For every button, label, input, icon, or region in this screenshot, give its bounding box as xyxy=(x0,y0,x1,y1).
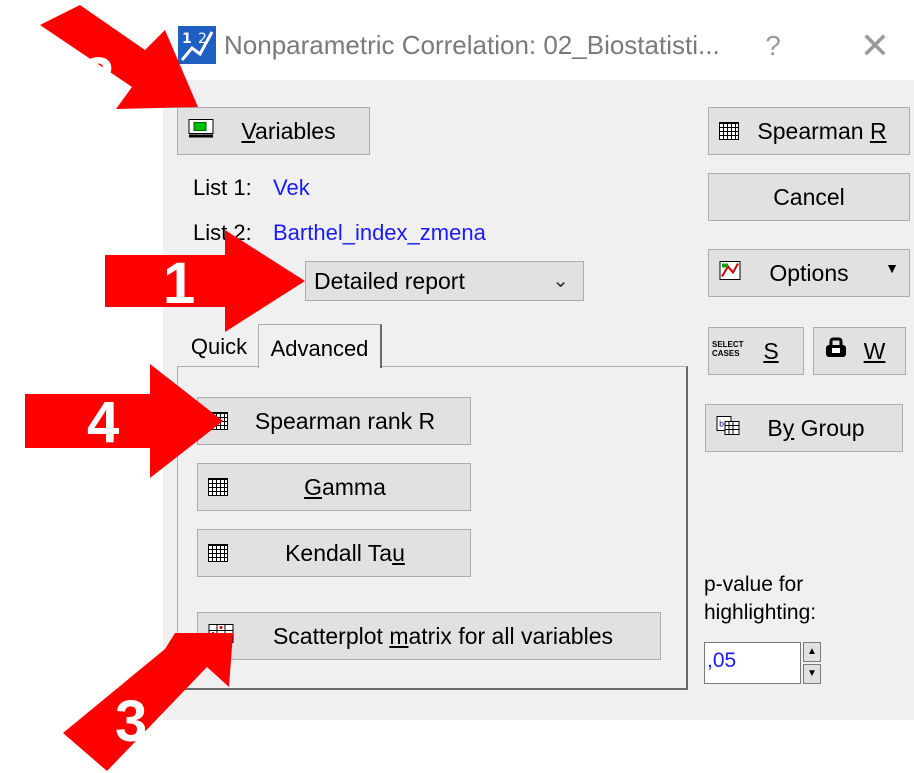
annotation-number-2: 2 xyxy=(82,46,114,111)
scatterplot-matrix-button[interactable]: Scatterplot matrix for all variables xyxy=(197,612,661,660)
spreadsheet-icon xyxy=(719,122,739,140)
spearman-rank-label: Spearman rank R xyxy=(254,407,436,434)
weight-icon xyxy=(824,337,848,365)
by-group-label-pre: B xyxy=(767,414,783,441)
spearman-rank-r-button[interactable]: Spearman rank R xyxy=(197,397,471,445)
scatter-label-pre: Scatterplot xyxy=(272,622,390,649)
select-cases-button[interactable]: SELECT CASES S xyxy=(708,327,804,375)
gamma-label: amma xyxy=(321,473,386,500)
gamma-mnemonic: G xyxy=(304,473,322,500)
scatter-mnemonic: m xyxy=(389,622,409,649)
select-cases-icon: SELECT CASES xyxy=(712,340,744,358)
pvalue-spinner[interactable]: ▲ ▼ xyxy=(803,642,821,684)
variables-label-mnemonic: V xyxy=(241,117,256,144)
kendall-tau-button[interactable]: Kendall Tau xyxy=(197,529,471,577)
list1-value: Vek xyxy=(273,175,310,200)
select-cases-mnemonic: S xyxy=(763,337,779,364)
list1-label: List 1: xyxy=(193,175,252,200)
report-type-value: Detailed report xyxy=(314,267,465,294)
spearman-r-mnemonic: R xyxy=(869,117,887,144)
cancel-label: Cancel xyxy=(773,183,845,210)
kendall-label: Kendall Ta xyxy=(285,539,393,566)
pvalue-label-line2: highlighting: xyxy=(704,601,817,624)
close-button[interactable]: ✕ xyxy=(850,22,900,70)
by-group-button[interactable]: by By Group xyxy=(705,404,903,452)
annotation-arrow-1: 1 xyxy=(105,225,305,345)
options-button[interactable]: Options ▼ xyxy=(708,249,910,297)
scatter-label-rest: atrix for all variables xyxy=(408,622,614,649)
pvalue-input[interactable]: ,05 xyxy=(704,642,801,684)
spin-down-icon[interactable]: ▼ xyxy=(803,664,821,684)
dropdown-arrow-icon: ▼ xyxy=(885,260,899,276)
cancel-button[interactable]: Cancel xyxy=(708,173,910,221)
help-button[interactable]: ? xyxy=(753,22,793,70)
annotation-arrow-4: 4 xyxy=(25,362,225,482)
gamma-button[interactable]: Gamma xyxy=(197,463,471,511)
weight-button[interactable]: W xyxy=(813,327,906,375)
weight-mnemonic: W xyxy=(863,337,886,364)
annotation-arrow-2: 2 xyxy=(20,5,220,145)
annotation-number-3: 3 xyxy=(115,689,147,754)
spearman-r-button[interactable]: Spearman R xyxy=(708,107,910,155)
kendall-mnemonic: u xyxy=(392,539,405,566)
spearman-r-label: Spearman xyxy=(757,117,870,144)
spreadsheet-icon xyxy=(208,544,228,562)
window-title: Nonparametric Correlation: 02_Biostatist… xyxy=(224,30,720,60)
pvalue-label-line1: p-value for xyxy=(704,573,804,596)
options-icon xyxy=(719,260,741,287)
annotation-arrow-3: 3 xyxy=(55,625,245,773)
by-group-label-rest: Group xyxy=(794,414,865,441)
annotation-number-1: 1 xyxy=(163,251,195,316)
chevron-down-icon: ⌄ xyxy=(552,270,569,292)
by-group-mnemonic: y xyxy=(782,414,795,441)
annotation-number-4: 4 xyxy=(87,390,119,455)
variables-label: ariables xyxy=(255,117,336,144)
spin-up-icon[interactable]: ▲ xyxy=(803,642,821,662)
pvalue-label: p-value for highlighting: xyxy=(704,571,904,627)
by-group-icon: by xyxy=(716,415,740,442)
report-type-select[interactable]: Detailed report ⌄ xyxy=(305,261,584,301)
